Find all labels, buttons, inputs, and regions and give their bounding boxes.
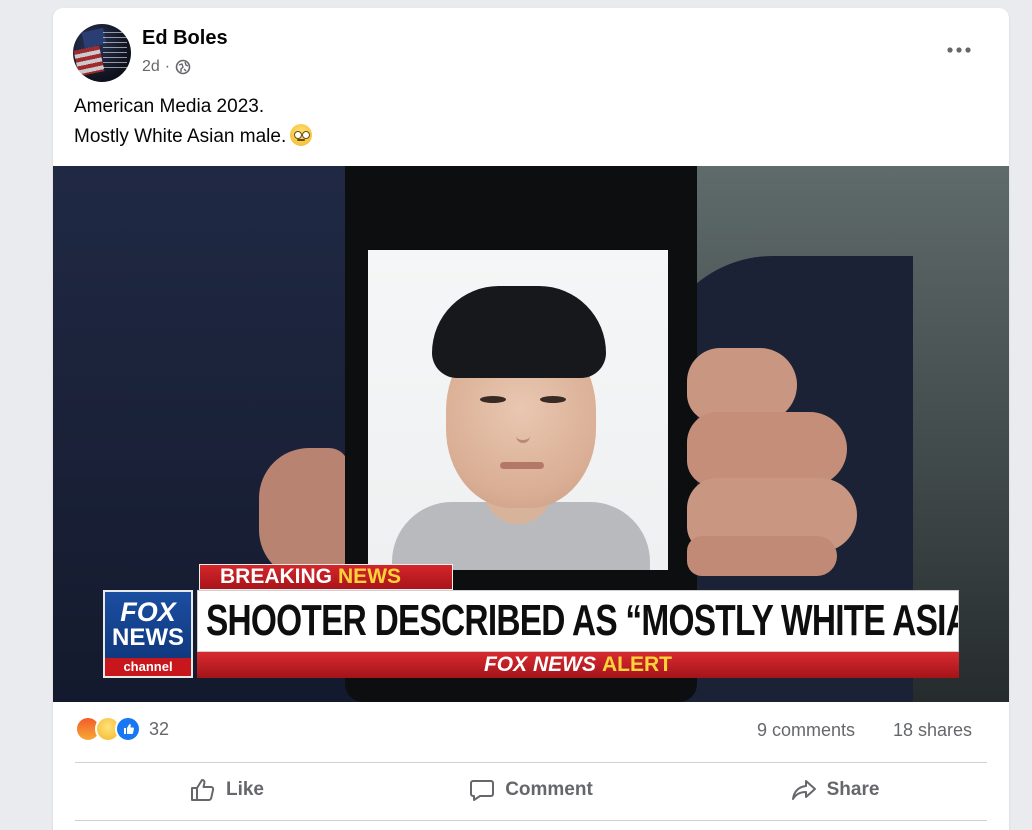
image-finger-2 (687, 412, 847, 486)
headline-text: SHOOTER DESCRIBED AS “MOSTLY WHITE ASIAN… (206, 596, 958, 645)
avatar-script-text (103, 32, 127, 72)
share-arrow-icon (791, 780, 816, 800)
reaction-count: 32 (149, 718, 170, 739)
post-text-line-2-text: Mostly White Asian male. (74, 126, 287, 147)
comment-label: Comment (505, 779, 593, 800)
post-image[interactable]: BREAKING NEWS FOX NEWS channel SHOOTER DE… (53, 166, 1009, 702)
comment-button[interactable]: Comment (379, 764, 683, 816)
like-label: Like (225, 779, 265, 800)
post-text-line-2: Mostly White Asian male. (74, 122, 313, 152)
meta-separator: · (164, 58, 171, 75)
stats-divider (75, 762, 987, 763)
share-button[interactable]: Share (683, 764, 987, 816)
alert-word: ALERT (602, 653, 672, 676)
post-header: Ed Boles 2d · (53, 8, 1009, 88)
comment-bubble-icon (470, 780, 495, 801)
headline-bar: SHOOTER DESCRIBED AS “MOSTLY WHITE ASIAN… (197, 590, 959, 652)
news-chyron: BREAKING NEWS FOX NEWS channel SHOOTER DE… (101, 564, 961, 680)
actions-divider (75, 820, 987, 821)
like-icon (115, 716, 141, 742)
fox-logo-line3: channel (105, 658, 191, 676)
more-options-button[interactable] (941, 36, 977, 64)
image-left-thumb (259, 448, 349, 580)
post-time[interactable]: 2d (142, 58, 160, 76)
post-text: American Media 2023. Mostly White Asian … (74, 92, 313, 152)
author-name[interactable]: Ed Boles (142, 27, 228, 50)
post-stats: 32 9 comments 18 shares (53, 702, 1009, 758)
post-meta: 2d · (142, 58, 191, 76)
like-button[interactable]: Like (75, 764, 379, 816)
shares-count[interactable]: 18 shares (893, 720, 972, 741)
thumbs-up-icon (190, 779, 215, 801)
alert-prefix: FOX NEWS (483, 653, 596, 676)
rolling-eyes-emoji-icon (290, 124, 313, 146)
breaking-label: BREAKING (220, 565, 333, 588)
fox-news-logo: FOX NEWS channel (103, 590, 193, 678)
post-actions: Like Comment Share (75, 764, 987, 816)
image-finger-1 (687, 348, 797, 422)
fox-logo-line2: NEWS (112, 624, 184, 651)
image-mugshot (368, 250, 668, 570)
avatar-flag-stripes (73, 45, 105, 77)
post-text-line-1: American Media 2023. (74, 96, 265, 117)
globe-icon (175, 59, 191, 75)
breaking-news-bar: BREAKING NEWS (199, 564, 453, 590)
comments-count[interactable]: 9 comments (757, 720, 855, 741)
post-card: Ed Boles 2d · American Media 2023. Mostl… (53, 8, 1009, 830)
reactions-summary[interactable]: 32 (75, 716, 169, 742)
author-avatar[interactable] (73, 24, 131, 82)
breaking-news-label: NEWS (338, 565, 402, 588)
fox-logo-line1: FOX (120, 597, 176, 627)
share-label: Share (826, 779, 880, 800)
alert-bar: FOX NEWS ALERT (197, 652, 959, 678)
more-options-icon (947, 47, 971, 53)
